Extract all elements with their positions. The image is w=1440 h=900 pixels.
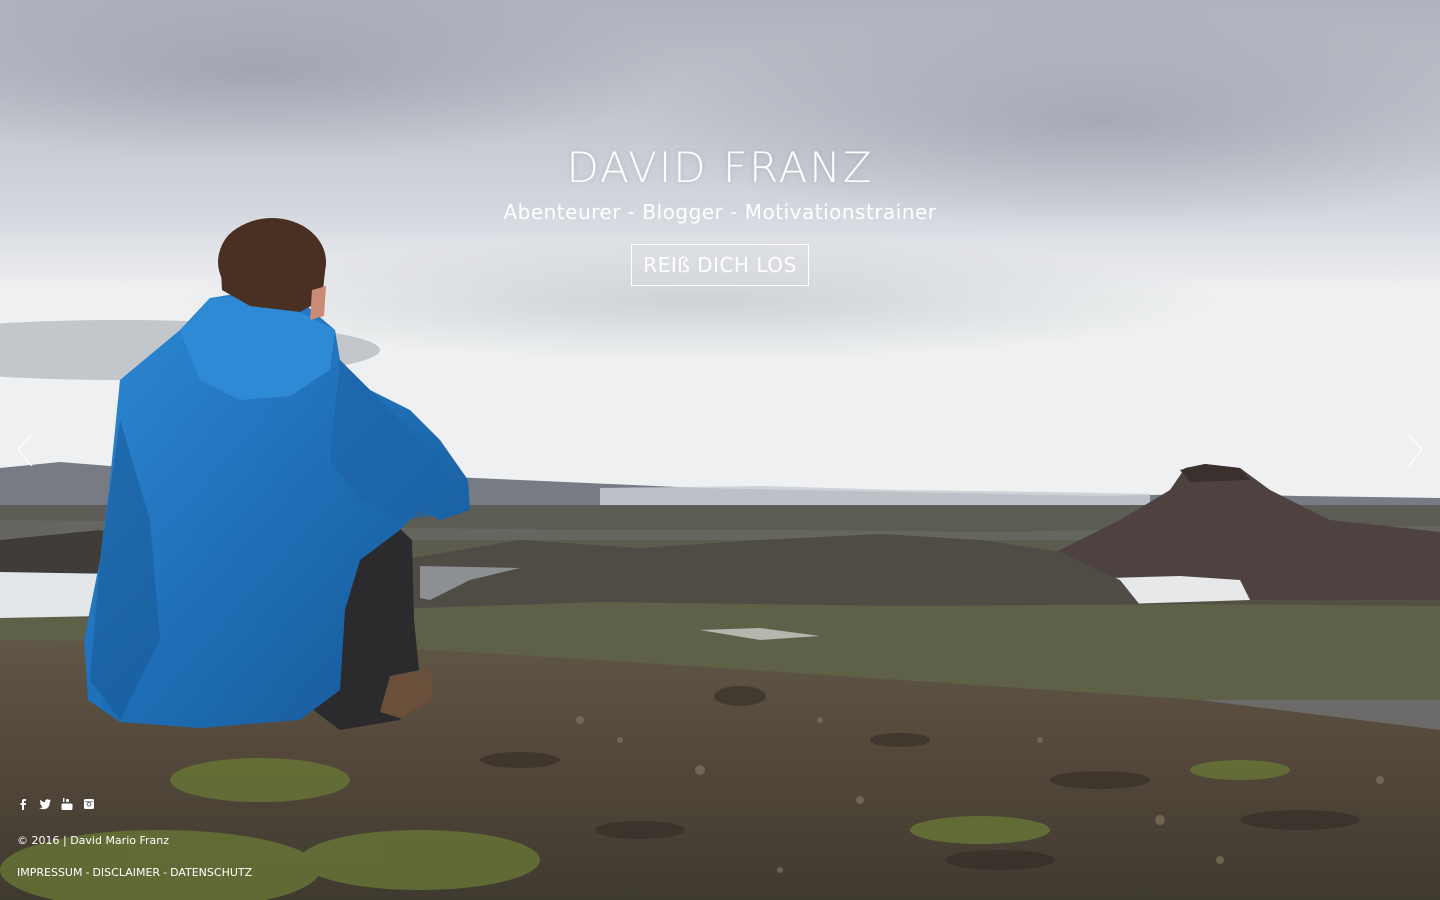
tagline: Abenteurer - Blogger - Motivationstraine… (503, 200, 937, 224)
social-links (16, 797, 96, 811)
impressum-link[interactable]: IMPRESSUM (17, 866, 82, 879)
hero-content: DAVID FRANZ Abenteurer - Blogger - Motiv… (0, 140, 1440, 286)
twitter-icon (39, 799, 51, 810)
youtube-link[interactable] (60, 797, 74, 811)
slider-next-button[interactable] (1404, 432, 1424, 468)
youtube-icon (61, 798, 73, 810)
footer-links: IMPRESSUM - DISCLAIMER - DATENSCHUTZ (17, 866, 252, 880)
site-title: DAVID FRANZ (566, 143, 874, 192)
link-separator: - (163, 866, 168, 879)
twitter-link[interactable] (38, 797, 52, 811)
datenschutz-link[interactable]: DATENSCHUTZ (170, 866, 252, 879)
instagram-icon (84, 799, 94, 809)
disclaimer-link[interactable]: DISCLAIMER (92, 866, 160, 879)
chevron-left-icon (17, 433, 33, 467)
facebook-link[interactable] (16, 797, 30, 811)
reiss-dich-los-button[interactable]: REIß DICH LOS (631, 244, 809, 286)
chevron-right-icon (1407, 433, 1423, 467)
slider-prev-button[interactable] (16, 432, 36, 468)
instagram-link[interactable] (82, 797, 96, 811)
link-separator: - (85, 866, 90, 879)
hero-background-image (0, 0, 1440, 900)
hero-section: DAVID FRANZ Abenteurer - Blogger - Motiv… (0, 0, 1440, 900)
copyright-text: © 2016 | David Mario Franz (17, 834, 170, 847)
facebook-icon (20, 799, 26, 810)
